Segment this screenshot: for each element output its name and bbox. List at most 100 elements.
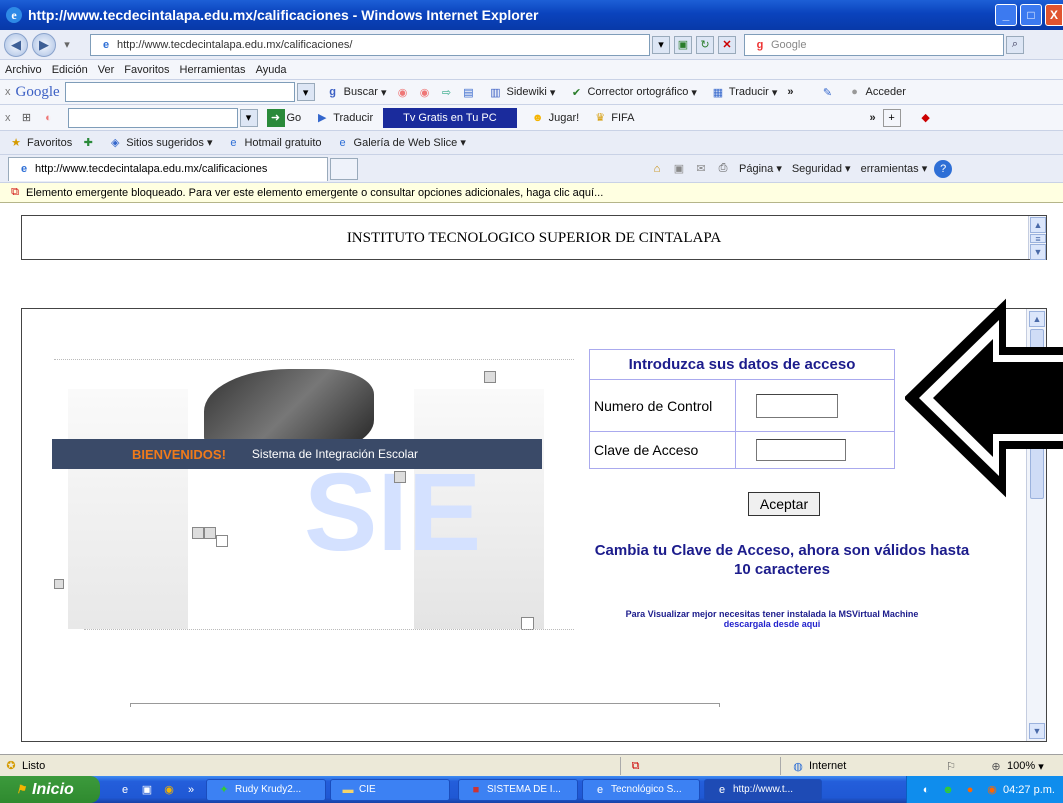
clave-input[interactable] xyxy=(756,439,846,462)
aceptar-button[interactable]: Aceptar xyxy=(748,492,820,516)
tv-gratis-button[interactable]: Tv Gratis en Tu PC xyxy=(383,107,517,128)
header-scroll-up[interactable]: ▲ xyxy=(1030,217,1046,233)
traducir-button[interactable]: ▦ Traducir ▾ xyxy=(707,83,778,101)
task-cie[interactable]: ▬ CIE xyxy=(330,778,450,801)
control-label: Numero de Control xyxy=(589,379,736,433)
feed2-icon[interactable]: ◉ xyxy=(416,83,434,101)
more-tools-button[interactable]: » xyxy=(787,86,793,98)
menu-ver[interactable]: Ver xyxy=(98,64,115,76)
home-icon[interactable]: ⌂ xyxy=(648,160,666,178)
header-scrollbar[interactable]: ▲ ≡ ▼ xyxy=(1028,216,1046,260)
tab-favicon-icon: e xyxy=(20,163,28,175)
start-button[interactable]: ⚑ Inicio xyxy=(0,776,100,803)
refresh-icon[interactable]: ↻ xyxy=(696,35,714,54)
quicklaunch-more-icon[interactable]: » xyxy=(182,781,200,799)
google-search-field[interactable] xyxy=(64,82,295,102)
menu-favoritos[interactable]: Favoritos xyxy=(124,64,169,76)
addon-menu-icon[interactable]: ⊞ xyxy=(18,109,36,127)
menu-archivo[interactable]: Archivo xyxy=(5,64,42,76)
addon-logo-icon[interactable]: ◐ xyxy=(40,109,58,127)
feeds-icon[interactable]: ▣ xyxy=(670,160,688,178)
task-ie-icon: e xyxy=(596,783,604,796)
quicklaunch-ie-icon[interactable]: e xyxy=(116,781,134,799)
task-tecnologico[interactable]: e Tecnológico S... xyxy=(582,778,700,801)
menu-bar: Archivo Edición Ver Favoritos Herramient… xyxy=(0,60,1063,80)
addon-traducir-button[interactable]: ▶ Traducir xyxy=(311,109,373,127)
share-icon[interactable]: ⇨ xyxy=(438,83,456,101)
task-rudy[interactable]: ✦ Rudy Krudy2... xyxy=(206,778,326,801)
address-input[interactable]: e http://www.tecdecintalapa.edu.mx/calif… xyxy=(90,33,650,56)
corrector-button[interactable]: ✔ Corrector ortográfico ▾ xyxy=(565,83,697,101)
popup-blocked-bar[interactable]: ⧉ Elemento emergente bloqueado. Para ver… xyxy=(0,183,1063,203)
jugar-button[interactable]: ☻ Jugar! xyxy=(527,109,579,127)
history-dropdown-icon[interactable]: ▾ xyxy=(58,36,76,54)
address-dropdown-icon[interactable]: ▾ xyxy=(652,35,670,54)
seguridad-label: Seguridad xyxy=(791,162,842,175)
msvm-download-link[interactable]: descargala desde aqui xyxy=(602,619,942,629)
header-scroll-down[interactable]: ▼ xyxy=(1030,244,1046,260)
search-input[interactable]: g Google xyxy=(744,33,1004,56)
fav-hotmail[interactable]: e Hotmail gratuito xyxy=(222,134,321,152)
pagina-label: Página xyxy=(739,162,774,175)
fifa-button[interactable]: ♛ FIFA xyxy=(589,109,634,127)
tab-label: http://www.tecdecintalapa.edu.mx/calific… xyxy=(35,163,268,175)
addon-dropdown-icon[interactable]: ▾ xyxy=(239,108,258,127)
zone-indicator[interactable]: ◍ Internet xyxy=(780,757,846,775)
tab-calificaciones[interactable]: e http://www.tecdecintalapa.edu.mx/calif… xyxy=(8,156,328,181)
help-icon[interactable]: ? xyxy=(934,159,953,178)
tray-update-icon[interactable]: ◉ xyxy=(983,781,1001,799)
maximize-button[interactable]: □ xyxy=(1020,4,1042,26)
tray-network-icon[interactable]: ◐ xyxy=(917,781,935,799)
toolbar-close-icon[interactable]: x xyxy=(5,86,11,98)
print-icon[interactable]: ⎙ xyxy=(714,160,732,178)
minimize-button[interactable]: _ xyxy=(995,4,1017,26)
favoritos-button[interactable]: ★ Favoritos xyxy=(5,134,72,152)
header-scroll-thumb[interactable]: ≡ xyxy=(1030,234,1046,244)
bottom-rule xyxy=(130,703,720,707)
seguridad-menu[interactable]: Seguridad ▾ xyxy=(791,162,851,176)
herramientas-menu[interactable]: erramientas ▾ xyxy=(861,162,928,176)
main-scroll-down[interactable]: ▼ xyxy=(1029,723,1045,739)
quicklaunch-media-icon[interactable]: ◉ xyxy=(160,781,178,799)
zoom-control[interactable]: ⊕ 100% ▾ xyxy=(985,757,1043,775)
tray-firefox-icon[interactable]: ● xyxy=(961,781,979,799)
menu-edicion[interactable]: Edición xyxy=(52,64,88,76)
menu-herramientas[interactable]: Herramientas xyxy=(180,64,246,76)
bookmark-icon[interactable]: ▤ xyxy=(460,83,478,101)
close-button[interactable]: X xyxy=(1045,4,1063,26)
mail-icon[interactable]: ✉ xyxy=(692,160,710,178)
fav-galeria[interactable]: e Galería de Web Slice ▾ xyxy=(332,134,465,152)
feed-icon[interactable]: ◉ xyxy=(394,83,412,101)
addon-search-field[interactable] xyxy=(67,107,238,128)
task-sistema[interactable]: ■ SISTEMA DE I... xyxy=(458,778,578,801)
google-dropdown-icon[interactable]: ▾ xyxy=(296,83,315,101)
task-rudy-label: Rudy Krudy2... xyxy=(235,784,302,795)
wrench-icon[interactable]: ✎ xyxy=(819,83,837,101)
search-button-icon[interactable]: ⌕ xyxy=(1006,35,1024,54)
tray-messenger-icon[interactable]: ☻ xyxy=(939,781,957,799)
pagina-menu[interactable]: Página ▾ xyxy=(739,162,782,176)
protected-mode-icon[interactable]: ⚐ xyxy=(942,757,960,775)
go-button[interactable]: ➜ Go xyxy=(265,108,301,127)
sidewiki-button[interactable]: ▥ Sidewiki ▾ xyxy=(485,83,555,101)
quicklaunch-desktop-icon[interactable]: ▣ xyxy=(138,781,156,799)
control-input[interactable] xyxy=(756,393,838,418)
compat-view-icon[interactable]: ▣ xyxy=(674,35,692,54)
buscar-button[interactable]: g Buscar ▾ xyxy=(322,83,386,101)
addon-more-button[interactable]: » xyxy=(869,112,875,124)
back-button[interactable]: ◀ xyxy=(4,32,28,57)
addon-red-icon[interactable]: ◆ xyxy=(917,109,935,127)
sidewiki-icon: ▥ xyxy=(490,86,501,99)
addon-add-icon[interactable]: + xyxy=(882,108,901,127)
menu-ayuda[interactable]: Ayuda xyxy=(256,64,287,76)
stop-icon[interactable]: ✕ xyxy=(718,35,736,54)
new-tab-button[interactable] xyxy=(330,157,358,180)
forward-button[interactable]: ▶ xyxy=(32,32,56,57)
hotmail-icon: e xyxy=(230,136,237,149)
popup-status-icon[interactable]: ⧉ xyxy=(620,757,650,775)
addon-close-icon[interactable]: x xyxy=(5,112,11,124)
fav-sitios-sugeridos[interactable]: ◈ Sitios sugeridos ▾ xyxy=(104,134,212,152)
acceder-button[interactable]: ● Acceder xyxy=(844,83,906,101)
add-favorite-icon[interactable]: ✚ xyxy=(79,134,97,152)
task-http[interactable]: e http://www.t... xyxy=(704,778,822,801)
